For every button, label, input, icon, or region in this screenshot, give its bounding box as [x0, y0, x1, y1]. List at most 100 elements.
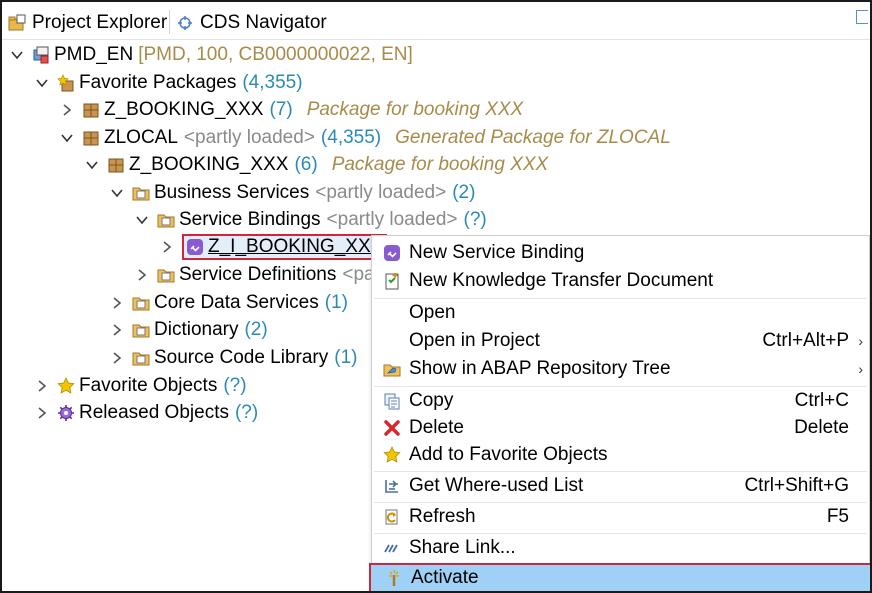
tab-cds-navigator[interactable]: CDS Navigator: [176, 8, 327, 38]
folder-icon: [132, 294, 150, 312]
chevron-right-icon[interactable]: [35, 406, 49, 420]
menu-item-new-ktd[interactable]: New Knowledge Transfer Document: [372, 267, 869, 295]
menu-item-shortcut: Ctrl+Alt+P: [762, 330, 849, 351]
service-binding-icon: [382, 243, 402, 263]
node-description: Package for booking XXX: [331, 154, 549, 175]
node-count: (6): [294, 154, 318, 175]
menu-item-label: Delete: [409, 417, 464, 438]
selected-node-highlight[interactable]: Z_I_BOOKING_XXX: [182, 234, 388, 260]
chevron-right-icon[interactable]: [110, 296, 124, 310]
tree-node-service-definitions[interactable]: Service Definitions <pa: [135, 262, 375, 288]
menu-item-where-used-list[interactable]: Get Where-used List Ctrl+Shift+G: [372, 472, 869, 500]
project-explorer-icon: [8, 14, 26, 32]
cds-navigator-icon: [176, 14, 194, 32]
menu-item-label: Open in Project: [409, 330, 540, 351]
share-link-icon: [382, 538, 402, 558]
tree-node-z-booking-xxx-sub[interactable]: Z_BOOKING_XXX (6) Package for booking XX…: [85, 152, 548, 178]
folder-icon: [157, 266, 175, 284]
chevron-right-icon[interactable]: [110, 323, 124, 337]
node-label: Dictionary: [154, 319, 239, 340]
menu-item-label: Show in ABAP Repository Tree: [409, 358, 671, 379]
menu-item-open-in-project[interactable]: Open in Project Ctrl+Alt+P ›: [372, 327, 869, 355]
menu-item-shortcut: F5: [826, 506, 849, 527]
chevron-right-icon[interactable]: [160, 240, 174, 254]
node-label: Z_BOOKING_XXX: [129, 154, 289, 175]
node-count: (1): [334, 347, 358, 368]
menu-item-add-to-favorites[interactable]: Add to Favorite Objects: [372, 441, 869, 469]
tree-node-project[interactable]: PMD_EN [PMD, 100, CB0000000022, EN]: [10, 42, 413, 68]
chevron-down-icon[interactable]: [10, 48, 24, 62]
chevron-right-icon[interactable]: [35, 379, 49, 393]
project-meta: [PMD, 100, CB0000000022, EN]: [138, 44, 413, 65]
repository-tree-icon: [382, 359, 402, 379]
project-name: PMD_EN: [54, 44, 134, 65]
chevron-down-icon[interactable]: [85, 158, 99, 172]
package-icon: [82, 101, 100, 119]
chevron-right-icon[interactable]: [110, 351, 124, 365]
tree-node-released-objects[interactable]: Released Objects (?): [35, 400, 258, 426]
folder-icon: [132, 184, 150, 202]
tree-node-z-booking-xxx[interactable]: Z_BOOKING_XXX (7) Package for booking XX…: [60, 97, 523, 123]
node-count: (?): [223, 375, 247, 396]
node-label: Favorite Objects: [79, 375, 218, 396]
node-count: (?): [463, 209, 487, 230]
folder-icon: [132, 349, 150, 367]
menu-item-label: Copy: [409, 390, 454, 411]
menu-item-show-in-repository-tree[interactable]: Show in ABAP Repository Tree ›: [372, 355, 869, 383]
new-document-icon: [382, 271, 402, 291]
chevron-down-icon[interactable]: [135, 213, 149, 227]
node-count: (4,355): [320, 127, 382, 148]
star-icon: [382, 445, 402, 465]
menu-item-shortcut: Ctrl+C: [794, 390, 849, 411]
node-label: Core Data Services: [154, 292, 319, 313]
node-meta: <partly loaded>: [326, 209, 458, 230]
tab-label: Project Explorer: [32, 12, 168, 33]
node-count: (4,355): [242, 72, 303, 93]
chevron-right-icon[interactable]: [60, 103, 74, 117]
tree-node-dictionary[interactable]: Dictionary (2): [110, 317, 268, 343]
abap-project-icon: [32, 46, 50, 64]
menu-item-refresh[interactable]: Refresh F5: [372, 503, 869, 531]
node-label: Source Code Library: [154, 347, 329, 368]
node-count: (2): [244, 319, 268, 340]
folder-icon: [132, 321, 150, 339]
tree-node-z-i-booking-xxx[interactable]: Z_I_BOOKING_XXX: [160, 234, 388, 260]
chevron-down-icon[interactable]: [60, 131, 74, 145]
menu-item-label: Share Link...: [409, 537, 516, 558]
tree-node-business-services[interactable]: Business Services <partly loaded> (2): [110, 180, 475, 206]
activate-wand-icon: [384, 568, 404, 588]
tree-node-service-bindings[interactable]: Service Bindings <partly loaded> (?): [135, 207, 487, 233]
refresh-icon: [382, 507, 402, 527]
node-label: Z_I_BOOKING_XXX: [208, 236, 384, 257]
tree-node-favorite-packages[interactable]: Favorite Packages (4,355): [35, 70, 303, 96]
menu-item-delete[interactable]: Delete Delete: [372, 414, 869, 442]
chevron-right-icon[interactable]: [135, 268, 149, 282]
tree-node-core-data-services[interactable]: Core Data Services (1): [110, 290, 348, 316]
node-meta: <partly loaded>: [315, 182, 447, 203]
menu-item-activate[interactable]: Activate: [369, 563, 870, 591]
tab-project-explorer[interactable]: Project Explorer: [8, 8, 167, 38]
view-tab-bar: Project Explorer CDS Navigator: [2, 2, 870, 40]
service-binding-icon: [186, 238, 204, 256]
node-label: Service Definitions: [179, 264, 337, 285]
menu-item-share-link[interactable]: Share Link...: [372, 534, 869, 562]
project-explorer-window: Project Explorer CDS Navigator PMD_EN [P…: [0, 0, 872, 593]
node-count: (1): [324, 292, 348, 313]
menu-item-open[interactable]: Open: [372, 299, 869, 327]
folder-icon: [157, 211, 175, 229]
package-icon: [107, 156, 125, 174]
node-count: (7): [269, 99, 293, 120]
tree-node-favorite-objects[interactable]: Favorite Objects (?): [35, 373, 247, 399]
tree-node-zlocal[interactable]: ZLOCAL <partly loaded> (4,355) Generated…: [60, 125, 671, 151]
node-meta: <pa: [342, 264, 375, 285]
node-description: Generated Package for ZLOCAL: [395, 127, 671, 148]
chevron-down-icon[interactable]: [35, 76, 49, 90]
menu-item-copy[interactable]: Copy Ctrl+C: [372, 387, 869, 415]
favorite-packages-icon: [57, 74, 75, 92]
node-label: Service Bindings: [179, 209, 321, 230]
tree-node-source-code-library[interactable]: Source Code Library (1): [110, 345, 358, 371]
menu-item-new-service-binding[interactable]: New Service Binding: [372, 239, 869, 267]
context-menu: New Service Binding New Knowledge Transf…: [369, 235, 870, 591]
minimize-view-icon[interactable]: [856, 10, 868, 24]
chevron-down-icon[interactable]: [110, 186, 124, 200]
